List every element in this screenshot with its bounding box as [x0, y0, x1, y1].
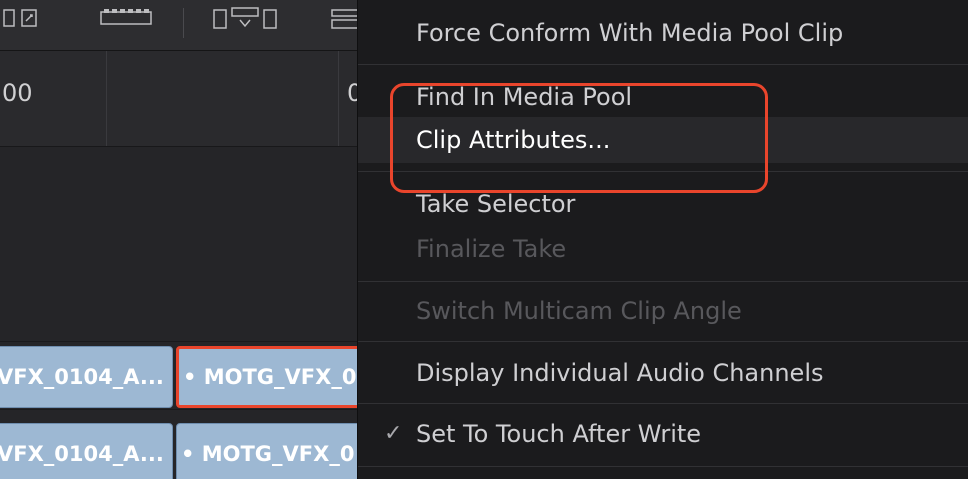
- timeline-clip-selected[interactable]: • MOTG_VFX_0: [176, 346, 360, 408]
- ruler-label: 00: [2, 79, 33, 107]
- menu-item-finalize-take: Finalize Take: [416, 235, 567, 263]
- menu-item-force-conform[interactable]: Force Conform With Media Pool Clip: [416, 19, 843, 47]
- ruler-tick: [338, 51, 339, 146]
- menu-item-display-audio-channels[interactable]: Display Individual Audio Channels: [416, 359, 823, 387]
- menu-separator: [358, 281, 968, 282]
- timeline-panel: 00 0 VFX_0104_A... • MOTG_VFX_0 VFX_0104…: [0, 0, 360, 479]
- timeline-clip[interactable]: • MOTG_VFX_0: [176, 423, 360, 479]
- insert-edit-icon[interactable]: [2, 6, 52, 32]
- timeline-toolbar: [0, 0, 360, 51]
- track-divider: [0, 341, 360, 342]
- menu-separator: [358, 403, 968, 404]
- menu-item-switch-multicam-angle: Switch Multicam Clip Angle: [416, 297, 742, 325]
- track-divider: [0, 409, 360, 410]
- menu-separator: [358, 64, 968, 65]
- menu-item-set-to-touch-after-write[interactable]: Set To Touch After Write: [416, 420, 701, 448]
- place-on-top-icon[interactable]: [330, 6, 360, 32]
- menu-item-take-selector[interactable]: Take Selector: [416, 190, 575, 218]
- checkmark-icon: ✓: [384, 421, 403, 446]
- clip-context-menu: Force Conform With Media Pool Clip Find …: [357, 0, 968, 479]
- menu-separator: [358, 466, 968, 467]
- ripple-overwrite-icon[interactable]: [212, 6, 282, 32]
- annotation-highlight-box: [390, 83, 768, 193]
- timeline-clip[interactable]: VFX_0104_A...: [0, 346, 173, 408]
- timeline-view-icon[interactable]: [100, 6, 152, 32]
- ruler-tick: [106, 51, 107, 146]
- menu-separator: [358, 341, 968, 342]
- toolbar-divider: [183, 8, 184, 38]
- timecode-ruler[interactable]: 00 0: [0, 51, 360, 147]
- timeline-clip[interactable]: VFX_0104_A...: [0, 423, 173, 479]
